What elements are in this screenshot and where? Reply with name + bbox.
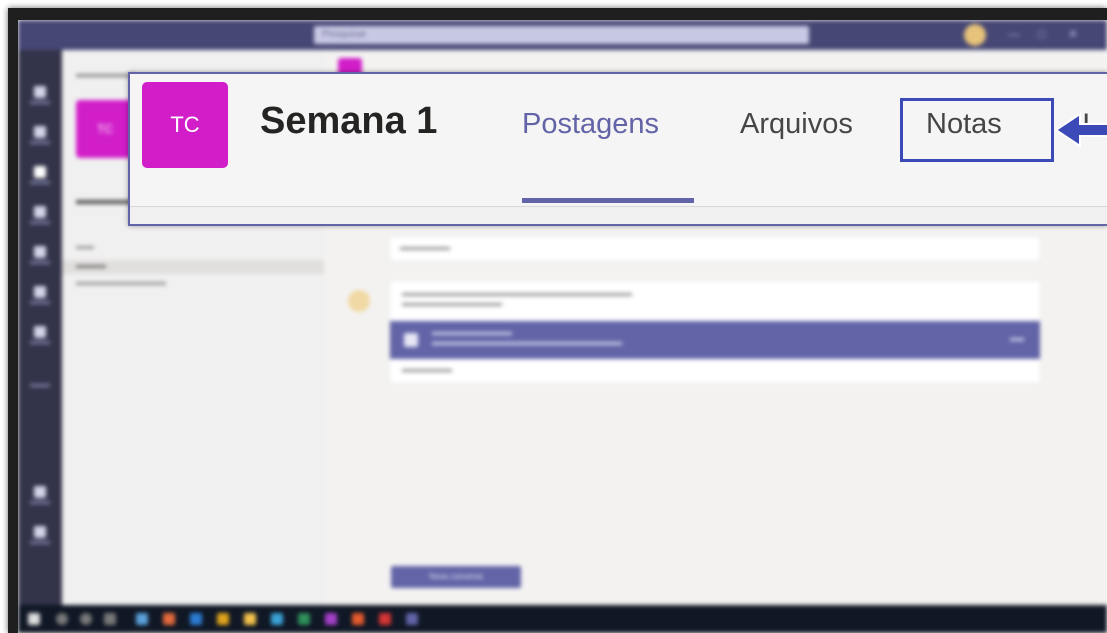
app-icon[interactable] <box>136 613 148 625</box>
task-view-icon[interactable] <box>104 613 116 625</box>
app-icon[interactable] <box>271 613 283 625</box>
start-icon[interactable] <box>28 613 40 625</box>
arrow-left-icon <box>1054 112 1107 148</box>
team-avatar: TC <box>142 82 228 168</box>
tab-postagens[interactable]: Postagens <box>522 108 659 141</box>
close-icon[interactable]: ✕ <box>1068 27 1078 41</box>
active-tab-indicator <box>522 198 694 203</box>
callout-bottom-strip <box>130 206 1107 224</box>
rail-more-icon[interactable] <box>29 376 51 402</box>
minimize-icon[interactable]: — <box>1008 27 1020 41</box>
channel-item-group[interactable] <box>76 282 166 285</box>
more-options-icon[interactable] <box>1010 338 1024 341</box>
app-icon[interactable] <box>217 613 229 625</box>
title-bar: Pesquisar — □ ✕ <box>18 20 1107 50</box>
notas-highlight-box <box>900 98 1054 162</box>
meeting-subtitle <box>432 342 622 345</box>
post-author-avatar <box>348 290 370 312</box>
search-input[interactable]: Pesquisar <box>314 26 809 44</box>
channel-item-label <box>76 265 106 268</box>
taskbar-clock <box>1067 611 1097 627</box>
rail-calendar-icon[interactable] <box>29 246 51 272</box>
search-icon[interactable] <box>56 613 68 625</box>
video-icon <box>404 333 418 347</box>
user-avatar[interactable] <box>964 24 986 46</box>
reply-link[interactable] <box>400 247 450 250</box>
teams-app-icon[interactable] <box>406 613 418 625</box>
rail-calls-icon[interactable] <box>29 286 51 312</box>
post-card[interactable] <box>389 280 1041 384</box>
zoom-callout: TC Semana 1 Postagens Arquivos Notas I <box>128 72 1107 226</box>
maximize-icon[interactable]: □ <box>1038 27 1045 41</box>
app-icon[interactable] <box>352 613 364 625</box>
meeting-card[interactable] <box>390 321 1040 359</box>
post-text-line <box>402 303 502 306</box>
channel-title: Semana 1 <box>260 100 438 142</box>
windows-taskbar <box>18 605 1107 633</box>
app-icon[interactable] <box>325 613 337 625</box>
rail-help-icon[interactable] <box>29 526 51 552</box>
rail-chat-icon[interactable] <box>29 126 51 152</box>
channel-header: TC Semana 1 Postagens Arquivos Notas I <box>130 74 1107 206</box>
app-icon[interactable] <box>244 613 256 625</box>
reply-link[interactable] <box>402 369 452 372</box>
app-icon[interactable] <box>163 613 175 625</box>
new-conversation-button[interactable]: Nova conversa <box>391 566 521 588</box>
rail-files-icon[interactable] <box>29 326 51 352</box>
team-avatar: TC <box>76 100 134 158</box>
post-card[interactable] <box>389 236 1041 262</box>
app-icon[interactable] <box>298 613 310 625</box>
rail-activity-icon[interactable] <box>29 86 51 112</box>
app-icon[interactable] <box>190 613 202 625</box>
cortana-icon[interactable] <box>80 613 92 625</box>
tab-arquivos[interactable]: Arquivos <box>740 108 853 141</box>
back-link[interactable] <box>76 74 136 77</box>
app-icon[interactable] <box>379 613 391 625</box>
rail-apps-icon[interactable] <box>29 486 51 512</box>
post-author-line <box>402 293 632 296</box>
rail-assignments-icon[interactable] <box>29 206 51 232</box>
app-rail <box>18 50 62 605</box>
meeting-title <box>432 332 512 335</box>
rail-teams-icon[interactable] <box>29 166 51 192</box>
channel-item-geral[interactable] <box>76 246 94 249</box>
